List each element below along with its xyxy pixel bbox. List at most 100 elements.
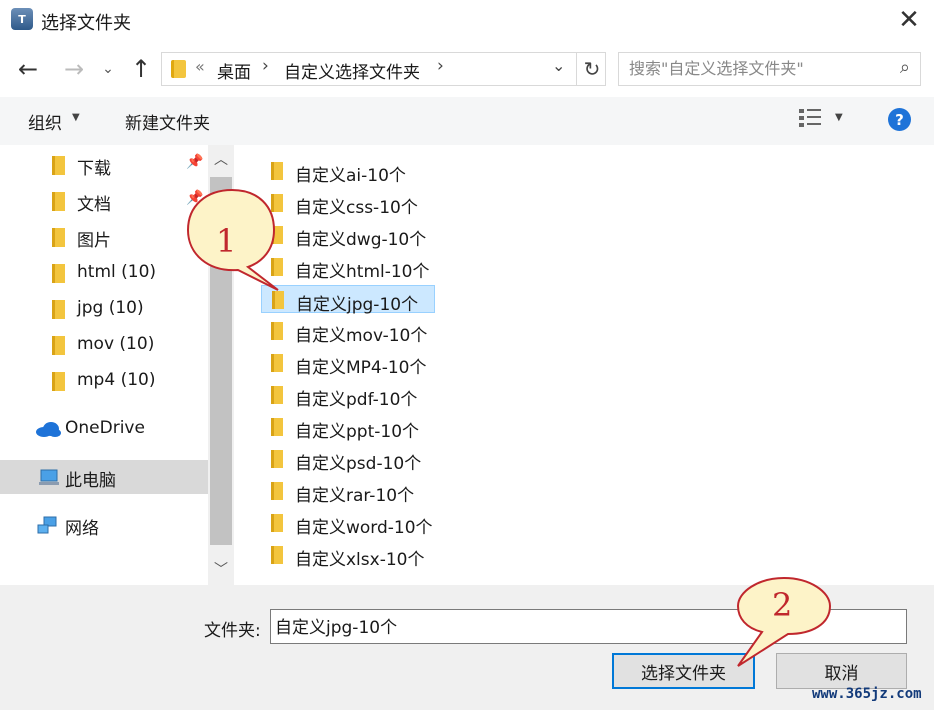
window-title: 选择文件夹 xyxy=(41,13,131,34)
document-icon xyxy=(52,192,65,211)
breadcrumb-separator-icon[interactable]: › xyxy=(262,56,269,76)
folder-icon xyxy=(271,482,283,500)
nav-item-downloads[interactable]: 下载 📌 xyxy=(0,148,208,182)
chevron-down-icon[interactable]: ﹀ xyxy=(208,559,234,579)
nav-item-documents[interactable]: 文档 📌 xyxy=(0,184,208,218)
folder-field-label: 文件夹: xyxy=(204,621,261,641)
refresh-icon: ↻ xyxy=(583,57,601,81)
folder-icon xyxy=(271,386,283,404)
folder-name: 自定义jpg-10个 xyxy=(296,295,419,315)
folder-icon xyxy=(52,372,65,391)
folder-name: 自定义word-10个 xyxy=(295,518,433,538)
help-button[interactable]: ? xyxy=(888,108,911,131)
computer-icon xyxy=(39,469,59,485)
toolbar: 组织 ▼ 新建文件夹 ▼ ? xyxy=(0,97,934,145)
address-dropdown-icon[interactable]: ⌄ xyxy=(552,56,565,75)
close-button[interactable]: ✕ xyxy=(892,4,926,36)
chevron-down-icon: ⌄ xyxy=(102,61,114,77)
organize-menu-button[interactable]: 组织 xyxy=(28,109,62,134)
callout-1: 1 xyxy=(182,184,282,294)
nav-item-label: mov (10) xyxy=(77,334,155,354)
folder-icon xyxy=(52,300,65,319)
address-bar[interactable]: « 桌面 › 自定义选择文件夹 › ⌄ ↻ xyxy=(161,52,606,86)
view-options-icon[interactable] xyxy=(799,109,823,131)
nav-item-onedrive[interactable]: OneDrive xyxy=(0,412,208,446)
list-item[interactable]: 自定义xlsx-10个 xyxy=(261,541,424,570)
new-folder-button[interactable]: 新建文件夹 xyxy=(125,109,210,134)
folder-name: 自定义css-10个 xyxy=(295,198,418,218)
nav-item-label: mp4 (10) xyxy=(77,370,156,390)
callout-number: 2 xyxy=(772,586,793,624)
folder-icon xyxy=(271,546,283,564)
folder-icon xyxy=(52,264,65,283)
nav-item-label: OneDrive xyxy=(65,418,145,438)
folder-name: 自定义dwg-10个 xyxy=(295,230,427,250)
picture-icon xyxy=(52,228,65,247)
cloud-icon xyxy=(36,422,61,437)
list-item[interactable]: 自定义ai-10个 xyxy=(261,157,406,186)
nav-item-mp4[interactable]: mp4 (10) xyxy=(0,364,208,398)
refresh-button[interactable]: ↻ xyxy=(576,53,607,85)
arrow-left-icon: ← xyxy=(17,55,39,83)
nav-item-network[interactable]: 网络 xyxy=(0,508,208,542)
nav-item-mov[interactable]: mov (10) xyxy=(0,328,208,362)
list-item[interactable]: 自定义pdf-10个 xyxy=(261,381,417,410)
folder-name: 自定义mov-10个 xyxy=(295,326,428,346)
up-button[interactable]: ↑ xyxy=(126,54,156,84)
watermark: www.365jz.com xyxy=(812,686,922,702)
folder-name: 自定义ppt-10个 xyxy=(295,422,420,442)
nav-item-label: 此电脑 xyxy=(65,471,116,491)
pin-icon[interactable]: 📌 xyxy=(186,154,203,170)
list-item[interactable]: 自定义rar-10个 xyxy=(261,477,414,506)
overflow-icon[interactable]: « xyxy=(195,57,205,76)
recent-locations-button[interactable]: ⌄ xyxy=(96,54,120,84)
folder-name: 自定义ai-10个 xyxy=(295,166,406,186)
list-item[interactable]: 自定义psd-10个 xyxy=(261,445,421,474)
folder-name: 自定义psd-10个 xyxy=(295,454,422,474)
list-item[interactable]: 自定义ppt-10个 xyxy=(261,413,419,442)
nav-item-jpg[interactable]: jpg (10) xyxy=(0,292,208,326)
chevron-up-icon[interactable]: ︿ xyxy=(208,149,234,169)
folder-name: 自定义xlsx-10个 xyxy=(295,550,425,570)
folder-name: 自定义rar-10个 xyxy=(295,486,415,506)
list-item[interactable]: 自定义MP4-10个 xyxy=(261,349,427,378)
nav-item-pictures[interactable]: 图片 xyxy=(0,220,208,254)
folder-icon xyxy=(271,354,283,372)
nav-item-label: html (10) xyxy=(77,262,157,282)
nav-item-label: 图片 xyxy=(77,231,111,251)
search-icon[interactable]: ⌕ xyxy=(900,57,910,78)
folder-icon xyxy=(271,162,283,180)
folder-icon xyxy=(271,418,283,436)
folder-name: 自定义pdf-10个 xyxy=(295,390,418,410)
back-button[interactable]: ← xyxy=(13,54,43,84)
folder-icon xyxy=(271,450,283,468)
nav-item-this-pc[interactable]: 此电脑 xyxy=(0,460,208,494)
nav-item-html[interactable]: html (10) xyxy=(0,256,208,290)
folder-icon xyxy=(271,322,283,340)
search-box[interactable]: ⌕ xyxy=(618,52,921,86)
folder-name: 自定义html-10个 xyxy=(295,262,430,282)
list-item[interactable]: 自定义word-10个 xyxy=(261,509,433,538)
network-icon xyxy=(37,516,57,534)
list-item-selected[interactable]: 自定义jpg-10个 xyxy=(261,285,435,315)
breadcrumb-current-folder[interactable]: 自定义选择文件夹 xyxy=(284,58,420,83)
breadcrumb-separator-icon[interactable]: › xyxy=(437,56,444,76)
folder-name: 自定义MP4-10个 xyxy=(295,358,427,378)
search-input[interactable] xyxy=(627,58,881,79)
folder-icon xyxy=(271,514,283,532)
file-list: 自定义ai-10个 自定义css-10个 自定义dwg-10个 自定义html-… xyxy=(234,145,934,585)
callout-2: 2 xyxy=(730,574,834,670)
caret-down-icon[interactable]: ▼ xyxy=(72,112,80,123)
nav-item-label: 下载 xyxy=(77,159,111,179)
list-item[interactable]: 自定义mov-10个 xyxy=(261,317,427,346)
folder-icon xyxy=(171,60,186,78)
app-icon: T xyxy=(11,8,33,30)
breadcrumb-desktop[interactable]: 桌面 xyxy=(217,58,251,83)
arrow-right-icon: → xyxy=(63,55,85,83)
caret-down-icon[interactable]: ▼ xyxy=(835,112,843,123)
forward-button[interactable]: → xyxy=(59,54,89,84)
folder-icon xyxy=(52,336,65,355)
callout-number: 1 xyxy=(216,222,237,260)
close-icon: ✕ xyxy=(898,5,920,35)
download-icon xyxy=(52,156,65,175)
